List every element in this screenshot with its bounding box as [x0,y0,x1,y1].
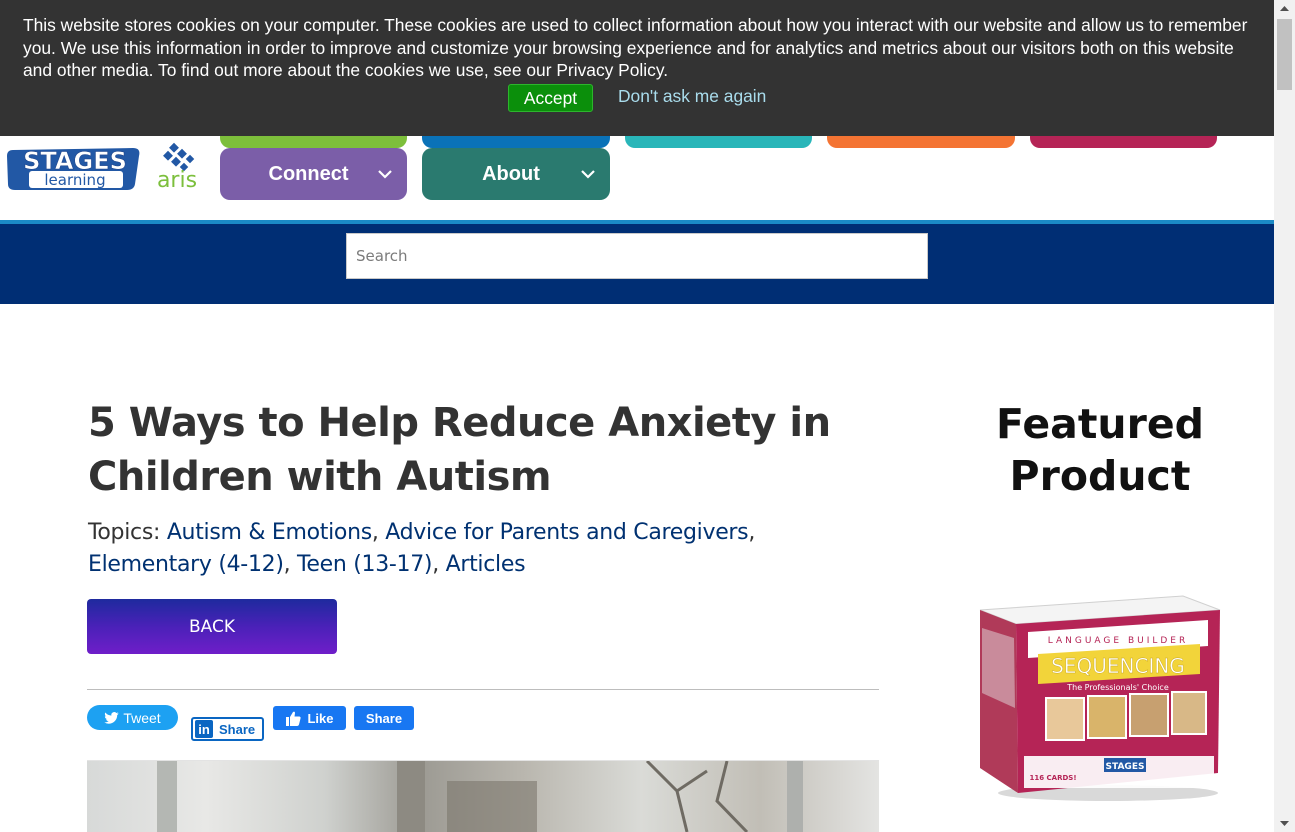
scroll-down-arrow-icon[interactable] [1274,815,1295,832]
featured-product-heading: Featured Product [996,400,1204,500]
back-button[interactable]: BACK [87,599,337,654]
topic-link-advice-parents[interactable]: Advice for Parents and Caregivers [385,520,748,545]
svg-text:aris: aris [157,168,197,192]
topic-link-elementary[interactable]: Elementary (4-12) [88,552,284,577]
article-hero-image [87,761,879,832]
svg-text:The Professionals' Choice: The Professionals' Choice [1066,683,1169,692]
svg-text:LANGUAGE BUILDER: LANGUAGE BUILDER [1048,636,1189,646]
stages-aris-logo-icon: STAGES learning aris [7,142,197,193]
chevron-down-icon [581,170,595,179]
search-bar [0,224,1274,304]
topic-link-autism-emotions[interactable]: Autism & Emotions [167,520,372,545]
twitter-bird-icon [104,711,120,724]
featured-product-image[interactable]: LANGUAGE BUILDER SEQUENCING The Professi… [968,588,1230,803]
tweet-label: Tweet [123,709,161,726]
nav-connect-label: Connect [268,162,349,185]
cookie-consent-banner: This website stores cookies on your comp… [0,0,1274,136]
linkedin-share-label: Share [219,721,256,737]
article-topics: Topics: Autism & Emotions, Advice for Pa… [88,520,756,577]
nav-connect[interactable]: Connect [220,148,407,200]
svg-text:SEQUENCING: SEQUENCING [1051,654,1185,678]
hero-photo [157,761,803,832]
svg-text:116 CARDS!: 116 CARDS! [1029,774,1076,782]
topics-prefix: Topics: [88,520,167,545]
cookie-message: This website stores cookies on your comp… [23,15,1248,81]
topic-link-articles[interactable]: Articles [446,552,526,577]
page-scrollbar[interactable] [1274,0,1295,832]
article-title: 5 Ways to Help Reduce Anxiety in Childre… [88,400,831,500]
linkedin-icon: in [195,720,213,738]
svg-text:STAGES: STAGES [1106,762,1145,772]
search-input[interactable] [346,233,928,279]
scrollbar-thumb[interactable] [1277,19,1292,90]
nav-about[interactable]: About [422,148,610,200]
thumbs-up-icon [286,711,302,726]
share-divider-top [87,689,879,690]
site-logo[interactable]: STAGES learning aris [5,140,205,193]
linkedin-share-button[interactable]: in Share [191,717,264,741]
facebook-like-button[interactable]: Like [273,706,346,730]
product-box-image: LANGUAGE BUILDER SEQUENCING The Professi… [979,595,1221,801]
svg-text:learning: learning [44,171,105,189]
facebook-like-label: Like [307,710,334,726]
facebook-share-button[interactable]: Share [354,706,414,730]
cookie-dont-ask-link[interactable]: Don't ask me again [618,86,766,107]
nav-about-label: About [482,162,540,185]
scroll-up-arrow-icon[interactable] [1274,0,1295,17]
tweet-button[interactable]: Tweet [87,705,178,730]
topic-link-teen[interactable]: Teen (13-17) [297,552,433,577]
chevron-down-icon [378,170,392,179]
cookie-accept-button[interactable]: Accept [508,84,593,112]
